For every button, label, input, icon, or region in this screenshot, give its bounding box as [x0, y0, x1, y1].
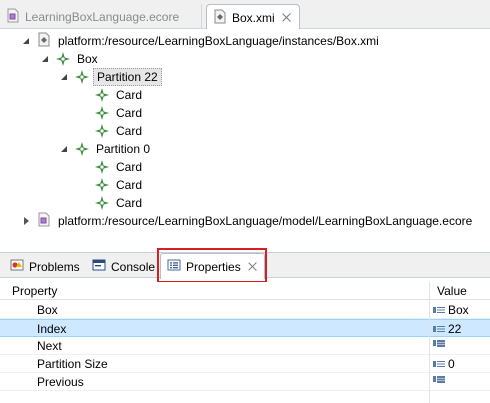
tab-label: Properties	[186, 259, 241, 274]
tree-node-label: Card	[116, 106, 143, 120]
tree-node-label: Partition 0	[96, 142, 151, 156]
property-value-icon	[433, 306, 445, 315]
tree-node-partition-0[interactable]: Partition 0	[60, 140, 153, 158]
eobject-icon	[95, 196, 109, 210]
property-value-text: 22	[448, 322, 462, 336]
tree-node-card[interactable]: Card	[80, 104, 145, 122]
tree-node-resource-box-xmi[interactable]: platform:/resource/LearningBoxLanguage/i…	[22, 32, 382, 50]
tree-node-card[interactable]: Card	[80, 86, 145, 104]
tab-problems[interactable]: Problems	[10, 255, 80, 278]
property-name: Partition Size	[37, 357, 108, 371]
tree-node-label: Box	[77, 52, 98, 66]
expand-toggle-icon[interactable]	[60, 72, 70, 82]
tree-node-label: platform:/resource/LearningBoxLanguage/m…	[58, 214, 473, 228]
tree-node-label: Card	[116, 88, 143, 102]
tree-node-card[interactable]: Card	[80, 122, 145, 140]
table-header: Property Value	[0, 282, 490, 300]
table-row[interactable]: Previous	[0, 373, 490, 391]
tree-node-box[interactable]: Box	[41, 50, 101, 68]
property-name: Next	[37, 339, 62, 353]
editor-tab-strip: LearningBoxLanguage.ecore Box.xmi	[0, 0, 490, 30]
table-row[interactable]: Partition Size 0	[0, 355, 490, 373]
close-tab-icon[interactable]	[281, 12, 292, 23]
property-value-text: 0	[448, 357, 455, 371]
resource-tree: platform:/resource/LearningBoxLanguage/i…	[0, 29, 490, 243]
tree-node-label: platform:/resource/LearningBoxLanguage/i…	[58, 34, 379, 48]
table-row[interactable]: Next	[0, 337, 490, 355]
tree-node-card[interactable]: Card	[80, 158, 145, 176]
tab-label: LearningBoxLanguage.ecore	[25, 9, 180, 24]
column-divider[interactable]	[429, 282, 430, 403]
console-icon	[92, 259, 106, 275]
property-value-text: Box	[448, 303, 469, 317]
table-row[interactable]: Box Box	[0, 301, 490, 319]
tab-learningboxlanguage-ecore[interactable]: LearningBoxLanguage.ecore	[0, 4, 202, 29]
property-value[interactable]	[433, 375, 448, 384]
column-header-property[interactable]: Property	[12, 284, 57, 298]
xmi-file-icon	[213, 9, 227, 27]
tree-node-label: Card	[116, 160, 143, 174]
property-value-icon	[433, 375, 445, 384]
expand-toggle-icon[interactable]	[22, 36, 32, 46]
property-value-icon	[433, 325, 445, 334]
property-name: Index	[37, 322, 67, 336]
property-value-icon	[433, 339, 445, 348]
properties-table: Property Value Box Box Index 22 Next Par…	[0, 282, 490, 403]
ecore-file-icon	[6, 8, 20, 26]
tab-label: Box.xmi	[232, 10, 275, 25]
eobject-icon	[75, 142, 89, 156]
view-tab-strip: Problems Console Properties	[0, 252, 490, 279]
tree-node-partition-22[interactable]: Partition 22	[60, 68, 162, 86]
eobject-icon	[95, 160, 109, 174]
expand-toggle-icon[interactable]	[60, 144, 70, 154]
property-value[interactable]: 0	[433, 357, 455, 371]
expand-toggle-icon[interactable]	[41, 54, 51, 64]
tab-label: Console	[111, 259, 156, 274]
tree-node-card[interactable]: Card	[80, 176, 145, 194]
eobject-icon	[95, 178, 109, 192]
tab-console[interactable]: Console	[92, 255, 155, 278]
tree-node-label: Card	[116, 178, 143, 192]
property-value[interactable]: Box	[433, 303, 469, 317]
property-name: Previous	[37, 375, 84, 389]
problems-icon	[10, 258, 24, 275]
close-tab-icon[interactable]	[247, 261, 258, 272]
column-header-value[interactable]: Value	[437, 284, 467, 298]
tree-node-card[interactable]: Card	[80, 194, 145, 212]
tab-properties[interactable]: Properties	[160, 253, 265, 279]
collapse-toggle-icon[interactable]	[22, 216, 32, 226]
property-name: Box	[37, 303, 58, 317]
ecore-resource-icon	[37, 212, 51, 230]
tree-node-label: Card	[116, 196, 143, 210]
properties-icon	[167, 259, 181, 274]
tab-label: Problems	[29, 259, 80, 274]
eobject-icon	[56, 52, 70, 66]
property-value[interactable]: 22	[433, 322, 461, 336]
property-value-icon	[433, 360, 445, 369]
property-value[interactable]	[433, 339, 448, 348]
eobject-icon	[95, 106, 109, 120]
tree-node-label-selected: Partition 22	[93, 68, 162, 86]
table-row-selected[interactable]: Index 22	[0, 319, 490, 337]
tree-node-resource-ecore[interactable]: platform:/resource/LearningBoxLanguage/m…	[22, 212, 475, 230]
eobject-icon	[95, 124, 109, 138]
eobject-icon	[95, 88, 109, 102]
xmi-resource-icon	[37, 32, 51, 50]
eobject-icon	[75, 70, 89, 84]
tree-node-label: Card	[116, 124, 143, 138]
tab-box-xmi[interactable]: Box.xmi	[206, 4, 300, 30]
